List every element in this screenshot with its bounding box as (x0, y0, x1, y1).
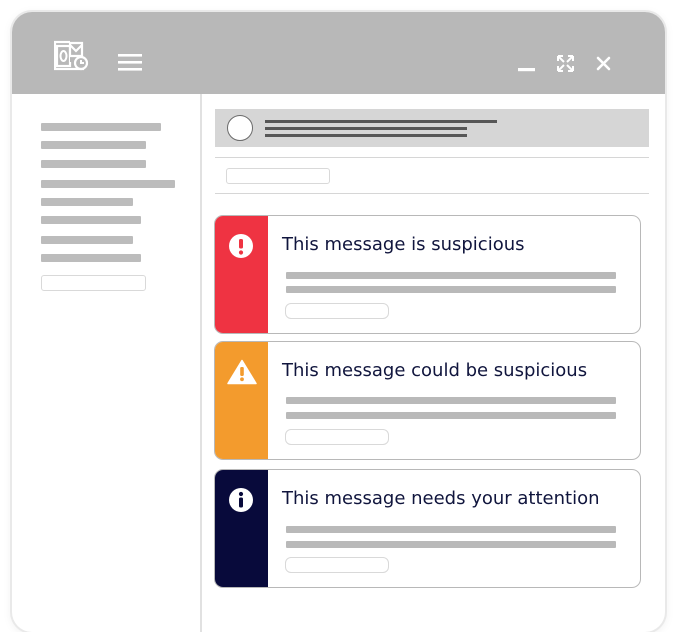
date-line-placeholder (265, 134, 467, 137)
outlook-icon[interactable] (53, 39, 90, 71)
alert-title: This message needs your attention (282, 488, 600, 509)
hamburger-menu-icon[interactable] (118, 54, 142, 72)
folder-item-placeholder[interactable] (41, 216, 141, 224)
avatar (227, 115, 253, 141)
folder-item-placeholder[interactable] (41, 180, 175, 188)
alert-needs-attention: This message needs your attention (214, 469, 641, 588)
folder-item-placeholder[interactable] (41, 141, 146, 149)
recipient-field-placeholder[interactable] (226, 168, 330, 184)
folder-item-placeholder[interactable] (41, 198, 133, 206)
alert-text-placeholder (286, 272, 616, 279)
alert-text-placeholder (286, 412, 616, 419)
alert-text-placeholder (286, 526, 616, 533)
alert-suspicious: This message is suspicious (214, 215, 641, 334)
folder-item-placeholder[interactable] (41, 236, 133, 244)
alert-title: This message is suspicious (282, 234, 525, 255)
sidebar-input-placeholder[interactable] (41, 275, 146, 291)
message-header (215, 109, 649, 147)
alert-could-be-suspicious: This message could be suspicious (214, 341, 641, 460)
info-circle-icon (228, 487, 254, 513)
alert-text-placeholder (286, 286, 616, 293)
maximize-icon[interactable] (557, 55, 574, 72)
alert-action-placeholder[interactable] (285, 429, 389, 445)
divider (215, 157, 649, 158)
folder-sidebar (12, 94, 202, 632)
alert-action-placeholder[interactable] (285, 557, 389, 573)
exclamation-circle-icon (228, 233, 254, 259)
folder-item-placeholder[interactable] (41, 123, 161, 131)
warning-triangle-icon (227, 359, 257, 385)
alert-text-placeholder (286, 397, 616, 404)
subject-line-placeholder (265, 127, 467, 130)
alert-title: This message could be suspicious (282, 360, 588, 381)
alert-text-placeholder (286, 541, 616, 548)
folder-item-placeholder[interactable] (41, 254, 141, 262)
divider (215, 193, 649, 194)
sender-line-placeholder (265, 120, 497, 123)
minimize-icon[interactable] (518, 59, 535, 72)
outlook-window: This message is suspicious This message … (12, 12, 665, 632)
folder-item-placeholder[interactable] (41, 160, 146, 168)
close-icon[interactable] (596, 56, 611, 71)
title-bar (12, 12, 665, 94)
alert-action-placeholder[interactable] (285, 303, 389, 319)
